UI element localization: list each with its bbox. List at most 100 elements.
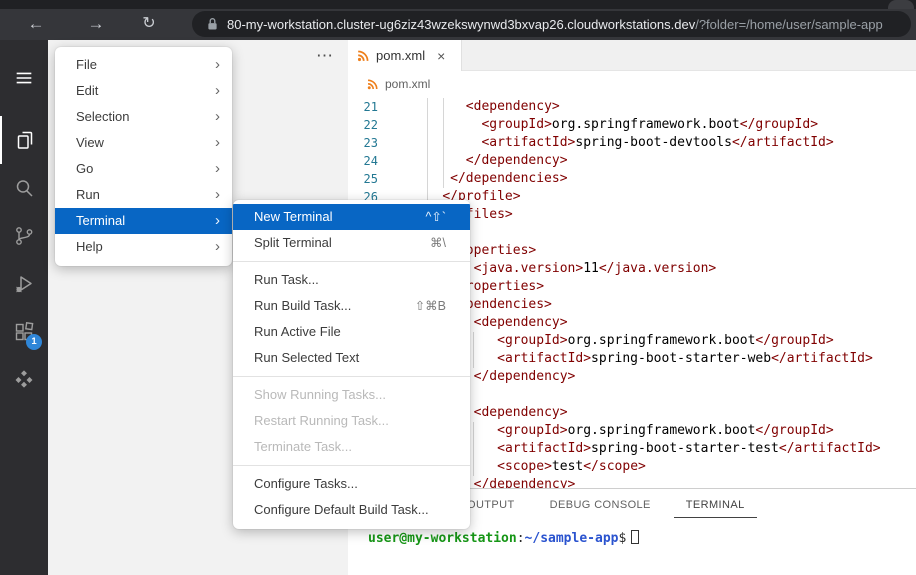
line-number: 23 xyxy=(348,134,378,152)
code-text: <artifactId>spring-boot-starter-test</ar… xyxy=(411,440,881,458)
menu-item-label: Restart Running Task... xyxy=(254,413,389,428)
menu-item-label: Run Active File xyxy=(254,324,341,339)
menu-item-label: Split Terminal xyxy=(254,235,332,250)
menu-item-run-build-task[interactable]: Run Build Task...⇧⌘B xyxy=(233,293,470,319)
sidebar-item-run-debug[interactable] xyxy=(0,260,48,308)
menu-item-label: Run Selected Text xyxy=(254,350,359,365)
menu-item-label: Terminate Task... xyxy=(254,439,352,454)
back-icon[interactable]: ← xyxy=(22,10,50,38)
menu-item-label: Help xyxy=(76,239,103,254)
menu-item-show-running-tasks: Show Running Tasks... xyxy=(233,382,470,408)
chevron-right-icon: › xyxy=(215,234,220,260)
files-icon xyxy=(13,128,37,152)
tab-label: pom.xml xyxy=(376,48,425,63)
code-text: <groupId>org.springframework.boot</group… xyxy=(411,332,834,350)
menu-item-new-terminal[interactable]: New Terminal^⇧` xyxy=(233,204,470,230)
extensions-badge: 1 xyxy=(26,334,42,350)
menu-item-configure-default-build-task[interactable]: Configure Default Build Task... xyxy=(233,497,470,523)
terminal-cursor xyxy=(631,530,639,544)
sidebar-item-explorer[interactable] xyxy=(0,116,48,164)
menu-item-label: Run Task... xyxy=(254,272,319,287)
sidebar-item-cloud-code[interactable] xyxy=(0,356,48,404)
menu-item-label: View xyxy=(76,135,104,150)
url-path: /?folder=/home/user/sample-app xyxy=(695,17,883,32)
activity-bar: 1 xyxy=(0,40,48,575)
menu-item-run-selected-text[interactable]: Run Selected Text xyxy=(233,345,470,371)
menu-item-edit[interactable]: Edit › xyxy=(55,78,232,104)
sidebar-item-source-control[interactable] xyxy=(0,212,48,260)
line-number: 24 xyxy=(348,152,378,170)
code-line[interactable]: 23 <artifactId>spring-boot-devtools</arti… xyxy=(348,134,916,152)
reload-icon[interactable]: ↻ xyxy=(135,10,163,38)
menu-item-run-active-file[interactable]: Run Active File xyxy=(233,319,470,345)
chevron-right-icon: › xyxy=(215,78,220,104)
panel-tabbar: OUTPUTDEBUG CONSOLETERMINAL xyxy=(455,494,768,518)
code-text: <artifactId>spring-boot-starter-web</art… xyxy=(411,350,873,368)
menu-item-label: Configure Tasks... xyxy=(254,476,358,491)
panel-tab-debug-console[interactable]: DEBUG CONSOLE xyxy=(538,494,663,518)
menu-item-label: File xyxy=(76,57,97,72)
menu-item-terminal[interactable]: Terminal › xyxy=(55,208,232,234)
chevron-right-icon: › xyxy=(215,208,220,234)
menu-item-go[interactable]: Go › xyxy=(55,156,232,182)
terminal-colon: : xyxy=(517,531,525,546)
git-branch-icon xyxy=(12,224,36,248)
terminal-submenu: New Terminal^⇧` Split Terminal ⌘\ Run Task.… xyxy=(233,200,470,529)
chevron-right-icon: › xyxy=(215,130,220,156)
menu-item-label: New Terminal xyxy=(254,209,333,224)
code-line[interactable]: 25</dependencies> xyxy=(348,170,916,188)
code-line[interactable]: 22 <groupId>org.springframework.boot</gro… xyxy=(348,116,916,134)
menu-item-run-task[interactable]: Run Task... xyxy=(233,267,470,293)
sidebar-item-search[interactable] xyxy=(0,164,48,212)
menu-item-shortcut: ⇧⌘B xyxy=(415,293,446,319)
browser-toolbar: ← → ↻ 80-my-workstation.cluster-ug6ziz43… xyxy=(0,9,916,40)
screen: ← → ↻ 80-my-workstation.cluster-ug6ziz43… xyxy=(0,0,916,575)
tab-close-icon[interactable]: × xyxy=(437,48,445,64)
menu-item-shortcut: ⌘\ xyxy=(430,230,446,256)
terminal-path: ~/sample-app xyxy=(525,531,619,546)
tab-pom-xml[interactable]: pom.xml × xyxy=(348,40,462,71)
menu-button[interactable] xyxy=(0,54,48,102)
chevron-right-icon: › xyxy=(215,52,220,78)
chevron-right-icon: › xyxy=(215,156,220,182)
line-number: 22 xyxy=(348,116,378,134)
menu-item-selection[interactable]: Selection› xyxy=(55,104,232,130)
cloud-code-icon xyxy=(12,368,36,392)
code-text: <artifactId>spring-boot-devtools</artifa… xyxy=(411,134,834,152)
menu-item-help[interactable]: Help › xyxy=(55,234,232,260)
menu-separator xyxy=(233,376,470,377)
breadcrumb-item: pom.xml xyxy=(385,77,430,91)
code-line[interactable]: 24</dependency> xyxy=(348,152,916,170)
menu-item-label: Show Running Tasks... xyxy=(254,387,386,402)
sidebar-item-extensions[interactable]: 1 xyxy=(0,308,48,356)
menu-item-label: Terminal xyxy=(76,213,125,228)
menu-item-split-terminal[interactable]: Split Terminal ⌘\ xyxy=(233,230,470,256)
chevron-right-icon: › xyxy=(215,182,220,208)
menu-item-file[interactable]: File › xyxy=(55,52,232,78)
url-domain: 80-my-workstation.cluster-ug6ziz43wzeksw… xyxy=(227,17,695,32)
code-text: </dependencies> xyxy=(411,170,568,188)
breadcrumb[interactable]: pom.xml xyxy=(348,71,916,97)
terminal-user: user@my-workstation xyxy=(368,531,517,546)
menu-item-label: Go xyxy=(76,161,93,176)
menu-item-run[interactable]: Run› xyxy=(55,182,232,208)
editor-tabbar: pom.xml × xyxy=(348,40,916,71)
forward-icon[interactable]: → xyxy=(82,10,110,38)
terminal-prompt[interactable]: user@my-workstation:~/sample-app$ xyxy=(368,530,639,546)
code-text: <groupId>org.springframework.boot</group… xyxy=(411,422,834,440)
menu-item-configure-tasks[interactable]: Configure Tasks... xyxy=(233,471,470,497)
url-bar[interactable]: 80-my-workstation.cluster-ug6ziz43wzeksw… xyxy=(192,11,911,37)
hamburger-icon xyxy=(13,67,35,89)
code-text: <groupId>org.springframework.boot</group… xyxy=(411,116,818,134)
sidebar-more-actions[interactable]: ⋯ xyxy=(316,46,334,66)
menu-item-restart-running-task: Restart Running Task... xyxy=(233,408,470,434)
panel-tab-terminal[interactable]: TERMINAL xyxy=(674,494,757,518)
code-line[interactable]: 21<dependency> xyxy=(348,98,916,116)
browser-tabstrip xyxy=(0,0,916,9)
search-icon xyxy=(12,176,36,200)
line-number: 21 xyxy=(348,98,378,116)
menu-separator xyxy=(233,261,470,262)
menu-item-label: Edit xyxy=(76,83,98,98)
menu-item-view[interactable]: View › xyxy=(55,130,232,156)
xml-file-icon xyxy=(366,78,379,91)
